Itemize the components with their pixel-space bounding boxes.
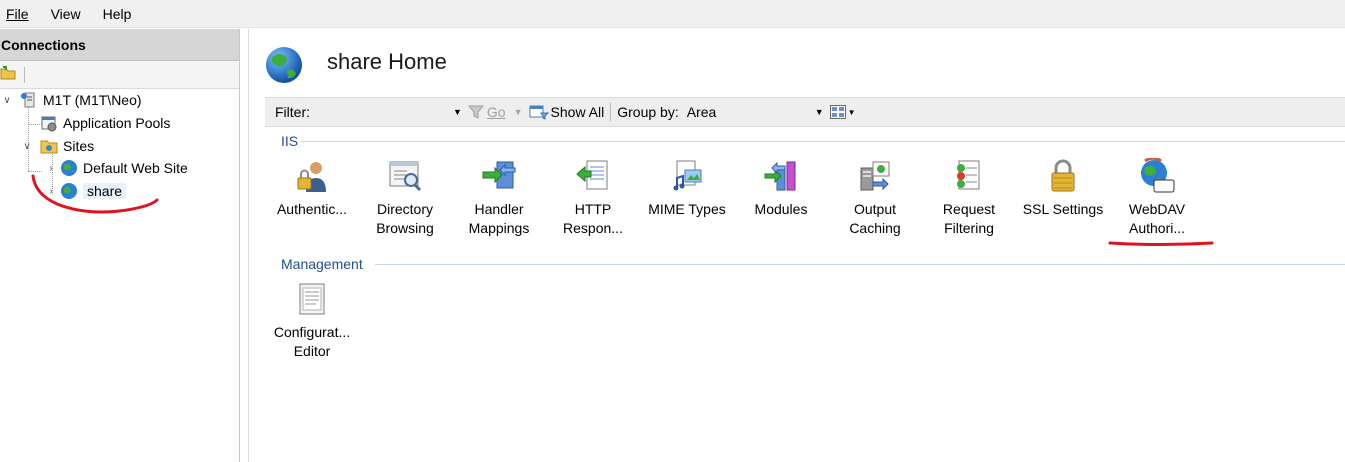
feature-authentication[interactable]: Authentic... (266, 158, 358, 219)
show-all-button[interactable]: Show All (529, 104, 605, 120)
feature-label-line1: Request (942, 201, 996, 217)
feature-label-line1: Modules (754, 201, 808, 217)
feature-request-filtering[interactable]: Request Filtering (923, 158, 1015, 238)
group-divider-management (375, 264, 1345, 265)
feature-label-line1: WebDAV (1128, 201, 1186, 217)
tree-node-share[interactable]: › share (44, 180, 127, 202)
feature-directory-browsing[interactable]: Directory Browsing (359, 158, 451, 238)
tree-node-server[interactable]: ∨ M1T (M1T\Neo) (0, 89, 142, 111)
mime-types-icon (673, 160, 702, 191)
feature-label-line2: Browsing (376, 220, 434, 236)
authentication-icon (297, 162, 326, 192)
go-dropdown-icon[interactable]: ▼ (514, 107, 523, 117)
tree-label-default-site: Default Web Site (83, 160, 188, 176)
toolbar-separator (24, 67, 25, 83)
feature-label-line2: Caching (849, 220, 901, 236)
menu-help[interactable]: Help (103, 6, 132, 22)
ssl-lock-icon (1051, 159, 1075, 192)
view-mode-dropdown-icon[interactable]: ▼ (848, 108, 856, 117)
feature-label-line2: Filtering (944, 220, 994, 236)
connections-header: Connections (0, 29, 239, 61)
filterbar-separator (610, 103, 612, 121)
filter-label: Filter: (275, 104, 310, 120)
feature-label-line2: Editor (293, 343, 331, 359)
menu-view[interactable]: View (51, 6, 81, 22)
feature-mime-types[interactable]: MIME Types (641, 158, 733, 219)
menu-file[interactable]: File (6, 6, 29, 22)
feature-label-line2: Respon... (563, 220, 623, 236)
tree-node-app-pools[interactable]: Application Pools (38, 112, 170, 134)
menu-bar: File View Help (0, 0, 1345, 28)
filter-dropdown-icon[interactable]: ▼ (453, 107, 462, 117)
feature-webdav-authoring[interactable]: WebDAV Authori... (1111, 158, 1203, 238)
feature-modules[interactable]: Modules (735, 158, 827, 219)
configuration-editor-icon (299, 283, 325, 315)
collapse-chevron-icon[interactable]: ∨ (0, 95, 14, 106)
collapse-chevron-icon[interactable]: ∨ (20, 141, 34, 152)
show-all-label: Show All (550, 104, 605, 120)
feature-handler-mappings[interactable]: Handler Mappings (453, 158, 545, 238)
page-header: share Home (249, 29, 1345, 93)
expand-chevron-icon[interactable]: › (44, 163, 58, 174)
connections-toolbar (0, 61, 239, 89)
directory-browsing-icon (389, 161, 422, 192)
site-globe-icon (266, 47, 302, 83)
go-button[interactable]: Go ▼ (467, 104, 523, 120)
webdav-authoring-icon (1141, 158, 1175, 193)
application-pools-icon (41, 116, 57, 132)
feature-label-line1: Directory (376, 201, 433, 217)
feature-label-line1: Handler (474, 201, 524, 217)
feature-label-line1: MIME Types (648, 201, 726, 217)
feature-label-line1: SSL Settings (1022, 201, 1104, 217)
feature-label-line1: Output (853, 201, 897, 217)
feature-label-line1: Authentic... (276, 201, 348, 217)
filter-bar: Filter: ▼ Go ▼ Show All Group by: Area ▼ (265, 97, 1345, 127)
view-mode-button[interactable]: ▼ (829, 105, 856, 119)
feature-label-line2: Mappings (468, 220, 530, 236)
handler-mappings-icon (482, 161, 516, 189)
tree-label-server: M1T (M1T\Neo) (43, 92, 142, 108)
sites-folder-icon (40, 140, 58, 154)
globe-icon (61, 183, 77, 199)
feature-output-caching[interactable]: Output Caching (829, 158, 921, 238)
group-label-management[interactable]: Management (281, 256, 363, 272)
server-icon (21, 92, 35, 108)
feature-label-line1: Configurat... (273, 324, 351, 340)
feature-ssl-settings[interactable]: SSL Settings (1017, 158, 1109, 219)
http-response-icon (576, 160, 608, 190)
feature-configuration-editor[interactable]: Configurat... Editor (266, 281, 358, 361)
modules-icon (764, 161, 796, 191)
tree-label-app-pools: Application Pools (63, 115, 171, 131)
tree-label-sites: Sites (63, 138, 95, 154)
globe-icon (61, 160, 77, 176)
tree-node-sites[interactable]: ∨ Sites (20, 135, 94, 157)
tree-label-share: share (83, 183, 127, 199)
features-pane: share Home Filter: ▼ Go ▼ Show All Group… (248, 29, 1345, 462)
tree-node-default-site[interactable]: › Default Web Site (44, 157, 188, 179)
group-by-label: Group by: (617, 104, 679, 120)
request-filtering-icon (957, 160, 980, 190)
group-divider-iis (301, 141, 1345, 142)
funnel-icon (467, 105, 484, 119)
feature-http-response[interactable]: HTTP Respon... (547, 158, 639, 238)
filter-input[interactable] (315, 101, 447, 123)
group-label-iis[interactable]: IIS (281, 133, 298, 149)
go-label: Go (486, 104, 506, 120)
feature-label-line2: Authori... (1128, 220, 1186, 236)
output-caching-icon (860, 161, 890, 191)
feature-label-line1: HTTP (574, 201, 612, 217)
group-by-dropdown-icon[interactable]: ▼ (815, 107, 824, 117)
connections-pane: Connections ∨ M1T (M1T\Neo) Application … (0, 29, 240, 462)
connect-folder-icon[interactable] (0, 66, 16, 80)
view-icons-icon (829, 105, 846, 119)
show-all-icon (529, 105, 549, 120)
group-by-select[interactable]: Area (687, 104, 815, 120)
page-title: share Home (327, 49, 447, 74)
expand-chevron-icon[interactable]: › (44, 186, 58, 197)
